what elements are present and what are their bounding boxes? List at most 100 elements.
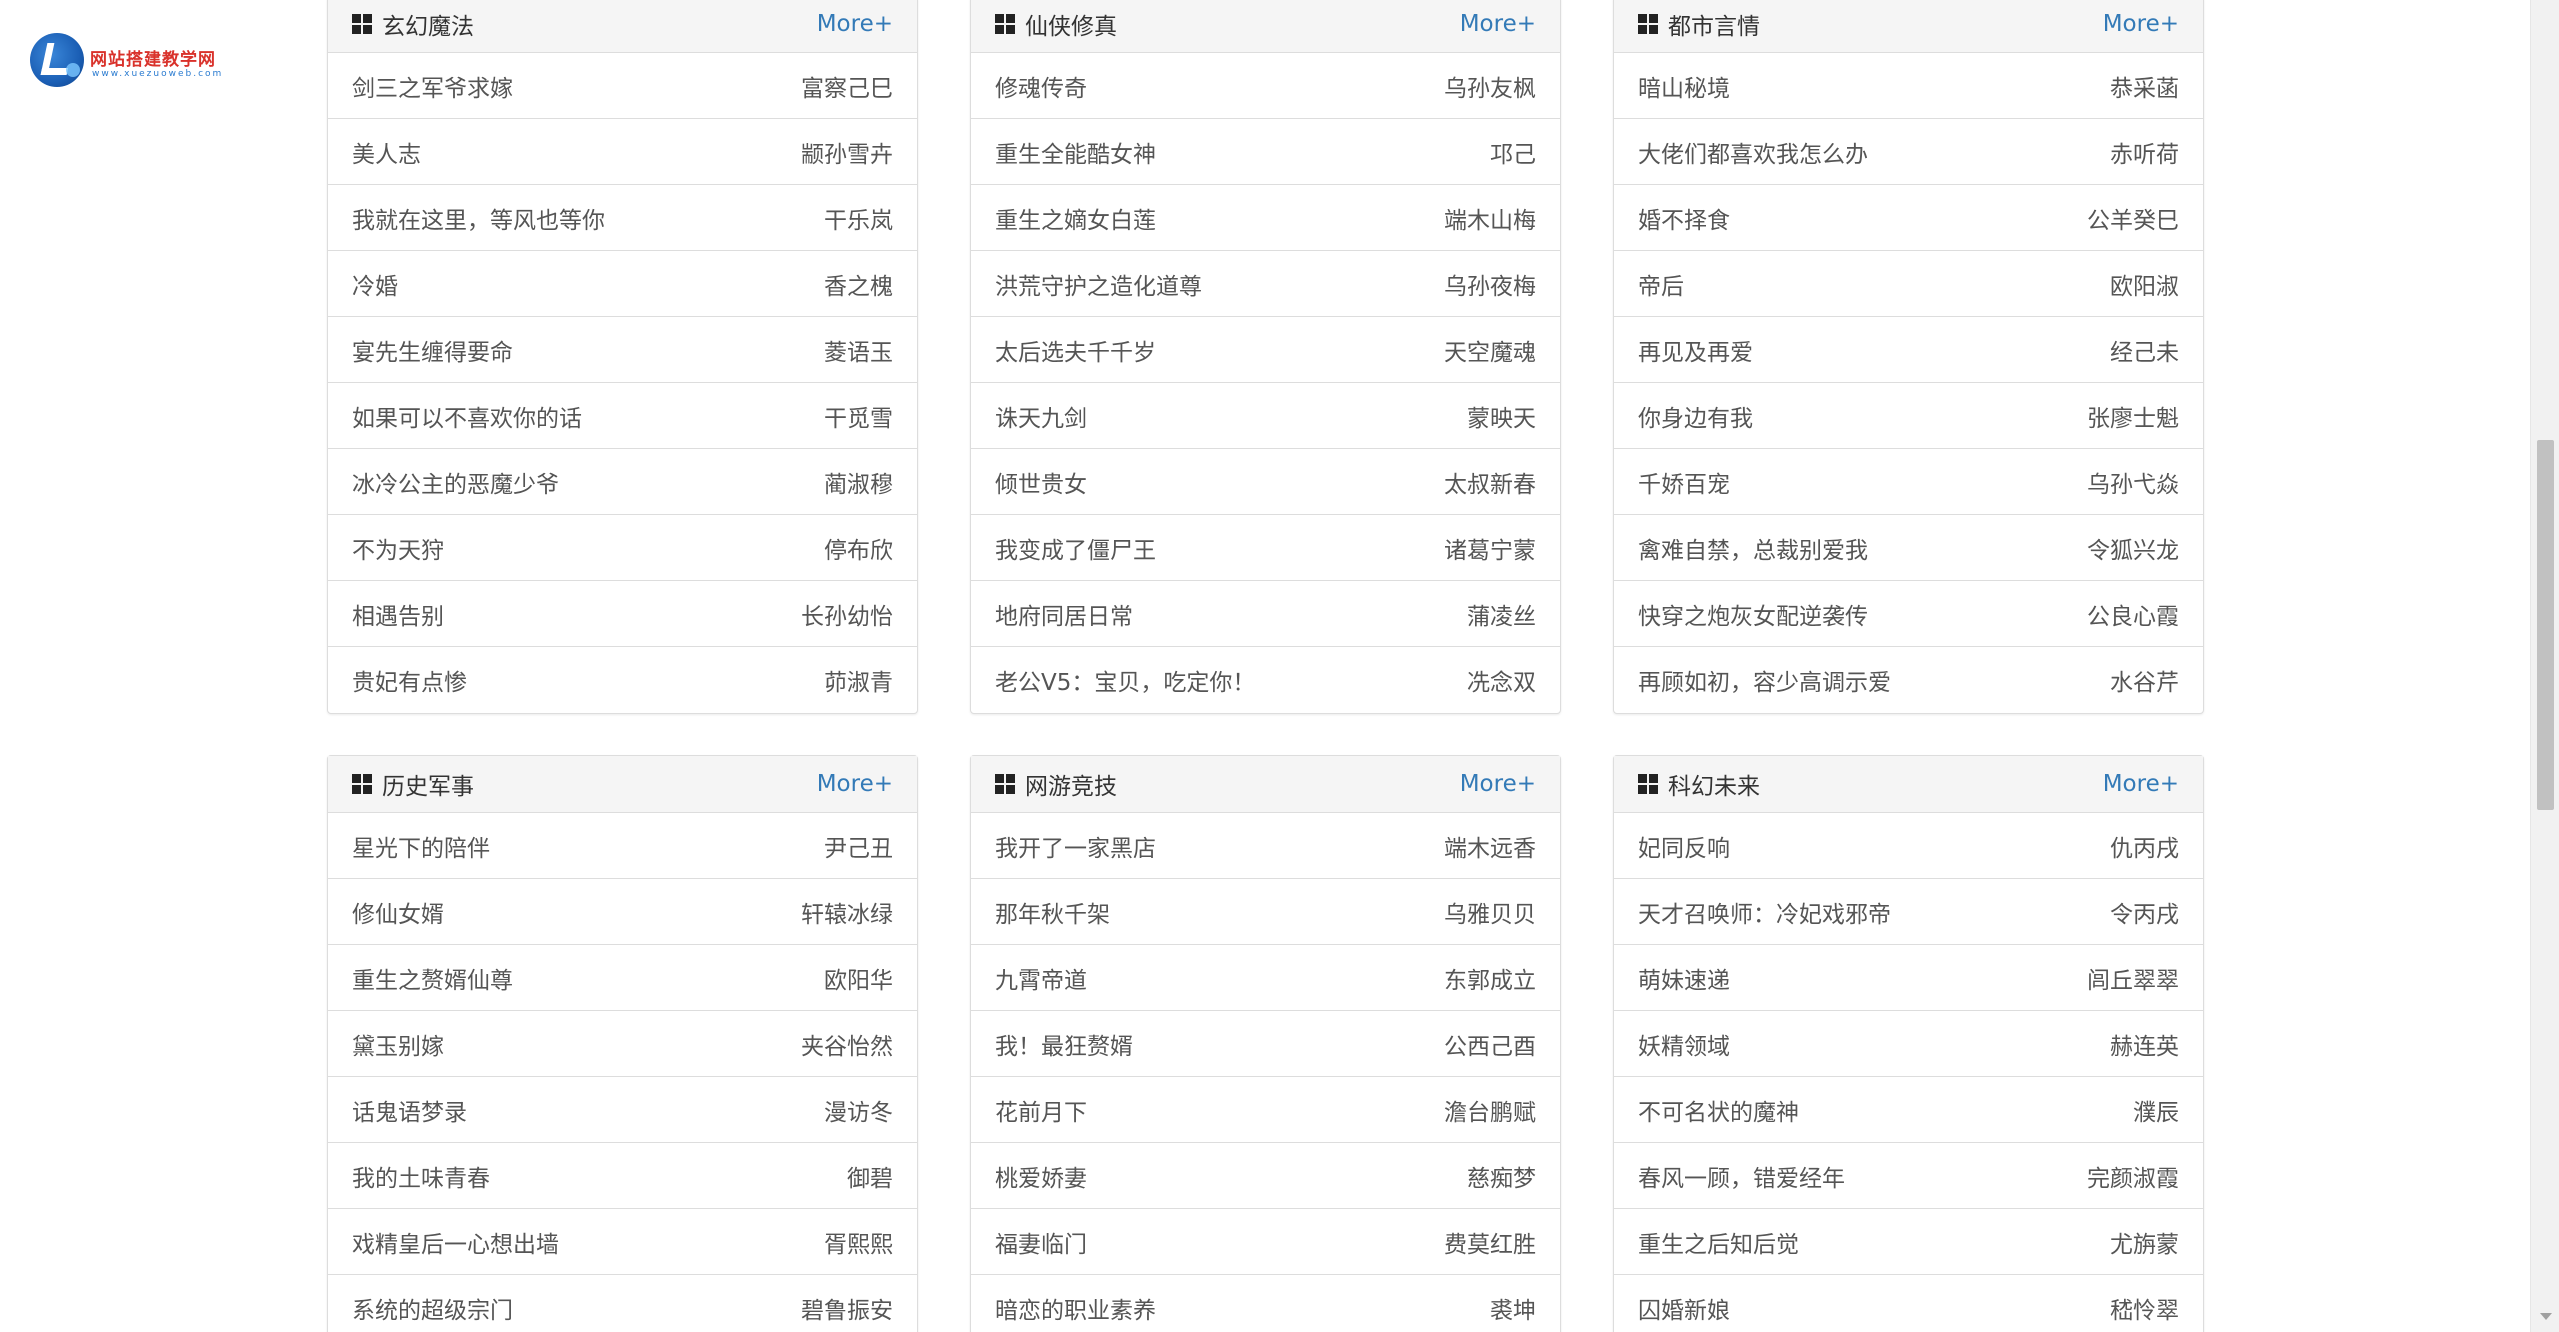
book-title-link[interactable]: 重生之嫡女白莲 — [995, 201, 1156, 235]
vertical-scrollbar[interactable] — [2530, 0, 2559, 1332]
book-title-link[interactable]: 老公V5：宝贝，吃定你！ — [995, 663, 1255, 697]
list-item[interactable]: 不可名状的魔神 濮辰 — [1614, 1077, 2203, 1143]
list-item[interactable]: 妖精领域 赫连英 — [1614, 1011, 2203, 1077]
book-title-link[interactable]: 地府同居日常 — [995, 597, 1133, 631]
book-title-link[interactable]: 妖精领域 — [1638, 1027, 1730, 1061]
list-item[interactable]: 美人志 颛孙雪卉 — [328, 119, 917, 185]
book-title-link[interactable]: 诛天九剑 — [995, 399, 1087, 433]
list-item[interactable]: 我变成了僵尸王 诸葛宁蒙 — [971, 515, 1560, 581]
book-title-link[interactable]: 不为天狩 — [352, 531, 444, 565]
book-title-link[interactable]: 九霄帝道 — [995, 961, 1087, 995]
book-title-link[interactable]: 戏精皇后一心想出墙 — [352, 1225, 559, 1259]
list-item[interactable]: 暗山秘境 恭采菡 — [1614, 53, 2203, 119]
list-item[interactable]: 福妻临门 费莫红胜 — [971, 1209, 1560, 1275]
list-item[interactable]: 洪荒守护之造化道尊 乌孙夜梅 — [971, 251, 1560, 317]
book-title-link[interactable]: 春风一顾，错爱经年 — [1638, 1159, 1845, 1193]
book-title-link[interactable]: 你身边有我 — [1638, 399, 1753, 433]
list-item[interactable]: 我开了一家黑店 端木远香 — [971, 813, 1560, 879]
list-item[interactable]: 修魂传奇 乌孙友枫 — [971, 53, 1560, 119]
list-item[interactable]: 千娇百宠 乌孙弋焱 — [1614, 449, 2203, 515]
list-item[interactable]: 你身边有我 张廖士魁 — [1614, 383, 2203, 449]
list-item[interactable]: 囚婚新娘 嵇怜翠 — [1614, 1275, 2203, 1332]
book-title-link[interactable]: 妃同反响 — [1638, 829, 1730, 863]
list-item[interactable]: 重生之后知后觉 尤旃蒙 — [1614, 1209, 2203, 1275]
more-link[interactable]: More+ — [2103, 771, 2179, 797]
scrollbar-thumb[interactable] — [2537, 440, 2554, 810]
book-title-link[interactable]: 囚婚新娘 — [1638, 1291, 1730, 1325]
list-item[interactable]: 老公V5：宝贝，吃定你！ 冼念双 — [971, 647, 1560, 713]
list-item[interactable]: 九霄帝道 东郭成立 — [971, 945, 1560, 1011]
book-title-link[interactable]: 暗恋的职业素养 — [995, 1291, 1156, 1325]
book-title-link[interactable]: 重生全能酷女神 — [995, 135, 1156, 169]
book-title-link[interactable]: 相遇告别 — [352, 597, 444, 631]
list-item[interactable]: 天才召唤师：冷妃戏邪帝 令丙戌 — [1614, 879, 2203, 945]
book-title-link[interactable]: 黛玉别嫁 — [352, 1027, 444, 1061]
list-item[interactable]: 诛天九剑 蒙映天 — [971, 383, 1560, 449]
book-title-link[interactable]: 美人志 — [352, 135, 421, 169]
book-title-link[interactable]: 再顾如初，容少高调示爱 — [1638, 663, 1891, 697]
book-title-link[interactable]: 天才召唤师：冷妃戏邪帝 — [1638, 895, 1891, 929]
book-title-link[interactable]: 我变成了僵尸王 — [995, 531, 1156, 565]
book-title-link[interactable]: 剑三之军爷求嫁 — [352, 69, 513, 103]
book-title-link[interactable]: 修仙女婿 — [352, 895, 444, 929]
more-link[interactable]: More+ — [2103, 11, 2179, 37]
book-title-link[interactable]: 重生之赘婿仙尊 — [352, 961, 513, 995]
list-item[interactable]: 桃爱娇妻 慈痴梦 — [971, 1143, 1560, 1209]
list-item[interactable]: 如果可以不喜欢你的话 干觅雪 — [328, 383, 917, 449]
list-item[interactable]: 相遇告别 长孙幼怡 — [328, 581, 917, 647]
book-title-link[interactable]: 重生之后知后觉 — [1638, 1225, 1799, 1259]
book-title-link[interactable]: 大佬们都喜欢我怎么办 — [1638, 135, 1868, 169]
book-title-link[interactable]: 婚不择食 — [1638, 201, 1730, 235]
list-item[interactable]: 我的土味青春 御碧 — [328, 1143, 917, 1209]
list-item[interactable]: 贵妃有点惨 茆淑青 — [328, 647, 917, 713]
list-item[interactable]: 冷婚 香之槐 — [328, 251, 917, 317]
more-link[interactable]: More+ — [1460, 771, 1536, 797]
book-title-link[interactable]: 花前月下 — [995, 1093, 1087, 1127]
book-title-link[interactable]: 冷婚 — [352, 267, 398, 301]
list-item[interactable]: 冰冷公主的恶魔少爷 蔺淑穆 — [328, 449, 917, 515]
more-link[interactable]: More+ — [817, 771, 893, 797]
list-item[interactable]: 倾世贵女 太叔新春 — [971, 449, 1560, 515]
site-logo[interactable]: 网站搭建教学网 www.xuezuoweb.com — [30, 33, 250, 95]
list-item[interactable]: 再顾如初，容少高调示爱 水谷芹 — [1614, 647, 2203, 713]
book-title-link[interactable]: 话鬼语梦录 — [352, 1093, 467, 1127]
list-item[interactable]: 戏精皇后一心想出墙 胥熙熙 — [328, 1209, 917, 1275]
book-title-link[interactable]: 太后选夫千千岁 — [995, 333, 1156, 367]
list-item[interactable]: 话鬼语梦录 漫访冬 — [328, 1077, 917, 1143]
list-item[interactable]: 剑三之军爷求嫁 富察己巳 — [328, 53, 917, 119]
book-title-link[interactable]: 宴先生缠得要命 — [352, 333, 513, 367]
list-item[interactable]: 大佬们都喜欢我怎么办 赤听荷 — [1614, 119, 2203, 185]
book-title-link[interactable]: 我就在这里，等风也等你 — [352, 201, 605, 235]
book-title-link[interactable]: 我！最狂赘婿 — [995, 1027, 1133, 1061]
list-item[interactable]: 重生之赘婿仙尊 欧阳华 — [328, 945, 917, 1011]
list-item[interactable]: 系统的超级宗门 碧鲁振安 — [328, 1275, 917, 1332]
book-title-link[interactable]: 贵妃有点惨 — [352, 663, 467, 697]
list-item[interactable]: 禽难自禁，总裁别爱我 令狐兴龙 — [1614, 515, 2203, 581]
book-title-link[interactable]: 福妻临门 — [995, 1225, 1087, 1259]
more-link[interactable]: More+ — [1460, 11, 1536, 37]
book-title-link[interactable]: 禽难自禁，总裁别爱我 — [1638, 531, 1868, 565]
book-title-link[interactable]: 如果可以不喜欢你的话 — [352, 399, 582, 433]
book-title-link[interactable]: 桃爱娇妻 — [995, 1159, 1087, 1193]
scroll-down-arrow-icon[interactable] — [2540, 1313, 2552, 1320]
book-title-link[interactable]: 再见及再爱 — [1638, 333, 1753, 367]
list-item[interactable]: 太后选夫千千岁 天空魔魂 — [971, 317, 1560, 383]
book-title-link[interactable]: 倾世贵女 — [995, 465, 1087, 499]
list-item[interactable]: 春风一顾，错爱经年 完颜淑霞 — [1614, 1143, 2203, 1209]
list-item[interactable]: 妃同反响 仇丙戌 — [1614, 813, 2203, 879]
more-link[interactable]: More+ — [817, 11, 893, 37]
book-title-link[interactable]: 千娇百宠 — [1638, 465, 1730, 499]
book-title-link[interactable]: 萌妹速递 — [1638, 961, 1730, 995]
book-title-link[interactable]: 修魂传奇 — [995, 69, 1087, 103]
list-item[interactable]: 帝后 欧阳淑 — [1614, 251, 2203, 317]
list-item[interactable]: 萌妹速递 闾丘翠翠 — [1614, 945, 2203, 1011]
list-item[interactable]: 我！最狂赘婿 公西己酉 — [971, 1011, 1560, 1077]
list-item[interactable]: 星光下的陪伴 尹己丑 — [328, 813, 917, 879]
list-item[interactable]: 花前月下 澹台鹏赋 — [971, 1077, 1560, 1143]
list-item[interactable]: 快穿之炮灰女配逆袭传 公良心霞 — [1614, 581, 2203, 647]
book-title-link[interactable]: 冰冷公主的恶魔少爷 — [352, 465, 559, 499]
book-title-link[interactable]: 系统的超级宗门 — [352, 1291, 513, 1325]
list-item[interactable]: 不为天狩 停布欣 — [328, 515, 917, 581]
list-item[interactable]: 修仙女婿 轩辕冰绿 — [328, 879, 917, 945]
book-title-link[interactable]: 那年秋千架 — [995, 895, 1110, 929]
